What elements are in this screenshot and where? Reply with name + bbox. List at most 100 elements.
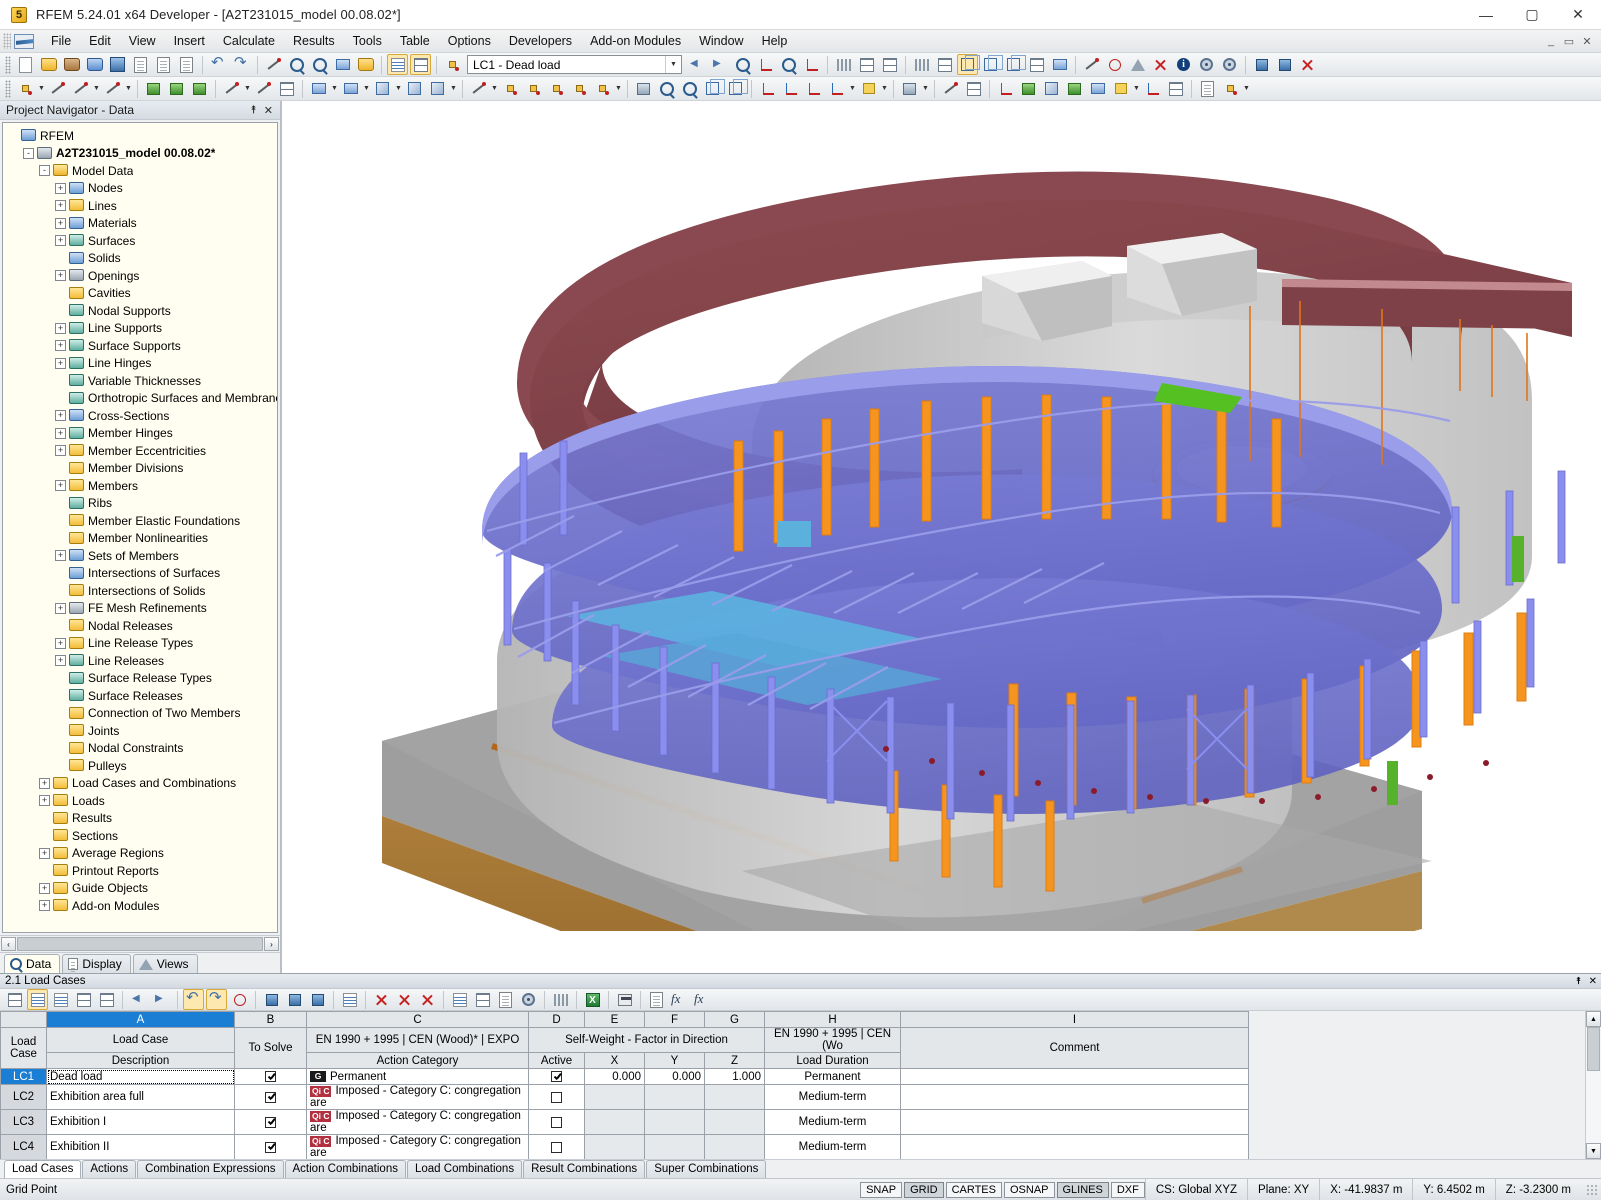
- column-letter-e[interactable]: E: [584, 1011, 645, 1029]
- isometric-view-button[interactable]: [702, 78, 725, 99]
- expand-toggle-icon[interactable]: +: [55, 427, 66, 439]
- expand-toggle-icon[interactable]: +: [39, 795, 50, 807]
- column-letter-c[interactable]: C: [306, 1011, 529, 1029]
- info-button[interactable]: i: [1173, 54, 1194, 75]
- table-row[interactable]: LC1 Dead load G Permanent 0.000 0.000 1.000 Per…: [0, 1068, 1249, 1086]
- tree-item-line-releases[interactable]: + Line Releases: [7, 652, 277, 670]
- new-nodal-release-button[interactable]: [500, 78, 521, 99]
- print-preview-button[interactable]: [176, 54, 197, 75]
- table-tab-super-combinations[interactable]: Super Combinations: [646, 1160, 767, 1178]
- mdi-close-button[interactable]: ✕: [1579, 35, 1595, 48]
- table-tab-load-cases[interactable]: Load Cases: [4, 1160, 82, 1178]
- new-file-button[interactable]: [15, 54, 36, 75]
- status-toggle-glines[interactable]: GLINES: [1056, 1181, 1109, 1198]
- chevron-down-icon[interactable]: ▼: [665, 56, 681, 73]
- tree-item-sections[interactable]: Sections: [7, 827, 277, 845]
- column-letter-h[interactable]: H: [764, 1011, 901, 1029]
- table-refresh-button[interactable]: [229, 989, 250, 1010]
- tree-item-nodal-supports[interactable]: Nodal Supports: [7, 302, 277, 320]
- cell-action-category[interactable]: G Permanent: [306, 1068, 529, 1086]
- tree-item-pulleys[interactable]: Pulleys: [7, 757, 277, 775]
- open-example-button[interactable]: [61, 54, 82, 75]
- rotate-copy-button[interactable]: [1104, 54, 1125, 75]
- view-dropdown[interactable]: ▼: [848, 78, 857, 99]
- table-redo-button[interactable]: [206, 988, 227, 1011]
- new-cavity-button[interactable]: [404, 78, 425, 99]
- table-delete-right-button[interactable]: [417, 989, 438, 1010]
- cell-factor-z[interactable]: 1.000: [704, 1068, 765, 1086]
- previous-load-case-button[interactable]: [686, 54, 707, 75]
- table-renumber-button[interactable]: [307, 989, 328, 1010]
- gears-button[interactable]: [1219, 54, 1240, 75]
- perspective-view-button[interactable]: [725, 78, 748, 99]
- delete-button[interactable]: [1150, 54, 1171, 75]
- vscroll-thumb[interactable]: [1587, 1027, 1600, 1072]
- zoom-in-button[interactable]: [656, 78, 677, 99]
- cell-action-category[interactable]: Qi C Imposed - Category C: congregation a…: [306, 1134, 529, 1159]
- self-weight-active-checkbox[interactable]: [551, 1091, 562, 1103]
- tree-item-nodes[interactable]: + Nodes: [7, 180, 277, 198]
- value-display-button[interactable]: [755, 54, 776, 75]
- tree-item-openings[interactable]: + Openings: [7, 267, 277, 285]
- load-cases-table[interactable]: A B C D E F G H I Load Case Load Case To…: [0, 1011, 1249, 1159]
- table-formula-clear-button[interactable]: fx: [692, 989, 713, 1010]
- expand-toggle-icon[interactable]: +: [39, 882, 50, 894]
- tree-item-a2t231015-model-00-08-02[interactable]: - A2T231015_model 00.08.02*: [7, 145, 277, 163]
- menu-results[interactable]: Results: [284, 31, 344, 51]
- menu-developers[interactable]: Developers: [500, 31, 581, 51]
- navigator-tree[interactable]: RFEM - A2T231015_model 00.08.02* - Model Dat…: [2, 122, 278, 933]
- scroll-up-arrow-icon[interactable]: ▲: [1586, 1011, 1601, 1028]
- self-weight-active-checkbox[interactable]: [551, 1116, 562, 1128]
- new-line-type-button[interactable]: [70, 78, 91, 99]
- tree-item-fe-mesh-refinements[interactable]: + FE Mesh Refinements: [7, 600, 277, 618]
- tab-views[interactable]: Views: [132, 954, 198, 973]
- to-solve-checkbox[interactable]: [265, 1141, 276, 1153]
- tree-item-add-on-modules[interactable]: + Add-on Modules: [7, 897, 277, 915]
- view-y-button[interactable]: [780, 78, 801, 99]
- support-display2-button[interactable]: [879, 54, 900, 75]
- table-row[interactable]: LC2 Exhibition area full Qi C Imposed - Cat…: [0, 1084, 1249, 1111]
- table-calculator-button[interactable]: [614, 989, 635, 1010]
- cell-load-duration[interactable]: Medium-term: [764, 1134, 901, 1159]
- expand-toggle-icon[interactable]: +: [55, 182, 66, 194]
- scroll-left-arrow-icon[interactable]: ‹: [1, 937, 16, 951]
- menu-file[interactable]: File: [42, 31, 80, 51]
- tree-item-line-release-types[interactable]: + Line Release Types: [7, 635, 277, 653]
- navigator-close-icon[interactable]: ✕: [264, 104, 273, 117]
- table-tab-load-combinations[interactable]: Load Combinations: [406, 1160, 523, 1178]
- tree-item-guide-objects[interactable]: + Guide Objects: [7, 880, 277, 898]
- tree-item-printout-reports[interactable]: Printout Reports: [7, 862, 277, 880]
- line-load-button[interactable]: [1274, 54, 1295, 75]
- column-letter-i[interactable]: I: [900, 1011, 1249, 1029]
- mdi-restore-button[interactable]: ▭: [1561, 35, 1577, 48]
- menu-options[interactable]: Options: [439, 31, 500, 51]
- table-tab-action-combinations[interactable]: Action Combinations: [284, 1160, 406, 1178]
- view-z-button[interactable]: [803, 78, 824, 99]
- visibility-dropdown[interactable]: ▼: [921, 78, 930, 99]
- table-move-up-button[interactable]: [261, 989, 282, 1010]
- new-nodal-constraint-button[interactable]: [523, 78, 544, 99]
- show-grid-table-button[interactable]: [410, 54, 431, 75]
- cell-factor-y[interactable]: [644, 1084, 705, 1111]
- result-section-button[interactable]: [1087, 78, 1108, 99]
- tree-item-average-regions[interactable]: + Average Regions: [7, 845, 277, 863]
- tree-item-surface-supports[interactable]: + Surface Supports: [7, 337, 277, 355]
- table-tab-result-combinations[interactable]: Result Combinations: [523, 1160, 646, 1178]
- expand-toggle-icon[interactable]: +: [55, 200, 66, 212]
- new-line-release-button[interactable]: [468, 78, 489, 99]
- open-file-button[interactable]: [38, 54, 59, 75]
- zoom-window-button[interactable]: [286, 54, 307, 75]
- visibility-button[interactable]: [899, 78, 920, 99]
- redo-button[interactable]: [231, 53, 252, 75]
- cell-comment[interactable]: [900, 1084, 1249, 1111]
- cell-action-category[interactable]: Qi C Imposed - Category C: congregation a…: [306, 1084, 529, 1111]
- tree-item-results[interactable]: Results: [7, 810, 277, 828]
- cell-factor-z[interactable]: [704, 1109, 765, 1136]
- cell-description[interactable]: Dead load: [46, 1068, 235, 1086]
- expand-toggle-icon[interactable]: +: [55, 637, 66, 649]
- print-button[interactable]: [153, 54, 174, 75]
- calculation-diagram-button[interactable]: [1049, 54, 1070, 75]
- expand-toggle-icon[interactable]: +: [55, 235, 66, 247]
- result-axes-button[interactable]: [995, 78, 1016, 99]
- load-cases-table-body[interactable]: LC1 Dead load G Permanent 0.000 0.000 1.000 Per…: [0, 1068, 1249, 1159]
